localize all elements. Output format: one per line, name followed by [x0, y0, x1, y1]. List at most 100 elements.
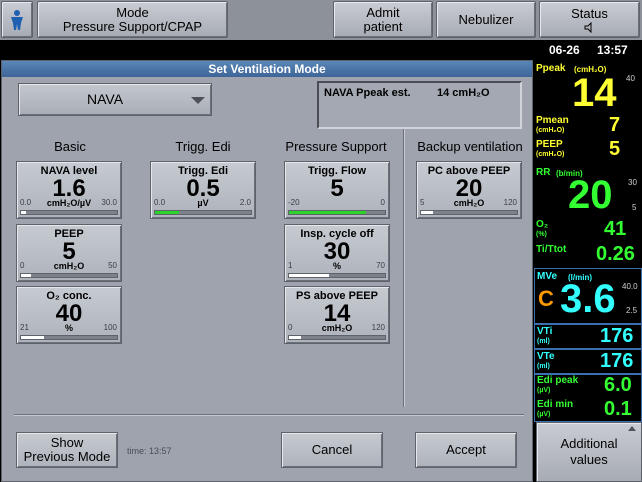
- col-backup-ventilation: Backup ventilation: [417, 139, 523, 154]
- person-icon: [11, 9, 23, 30]
- admit-patient-button[interactable]: Admit patient: [333, 1, 433, 38]
- nebulizer-button[interactable]: Nebulizer: [436, 1, 536, 38]
- status-button[interactable]: Status: [539, 1, 640, 38]
- ppeak-value: 14: [572, 71, 617, 115]
- pmean-label: Pmean: [536, 115, 569, 126]
- param-range-fill: [21, 336, 45, 339]
- vte-value: 176: [600, 350, 634, 372]
- insp-cycle-off-button[interactable]: Insp. cycle off 30% 1 70: [284, 224, 390, 282]
- o2-value: 41: [604, 218, 627, 240]
- additional-values-button[interactable]: Additional values: [536, 422, 642, 482]
- peep-button[interactable]: PEEP 5 cmH₂O 0 50: [16, 224, 122, 282]
- param-range-fill: [21, 211, 27, 214]
- pmean-value: 7: [609, 114, 621, 136]
- param-max: 100: [103, 323, 117, 332]
- param-min: 21: [20, 323, 29, 332]
- param-max: 120: [503, 198, 517, 207]
- edipeak-label: Edi peak: [537, 375, 579, 386]
- col-basic: Basic: [54, 139, 86, 154]
- nava-level-button[interactable]: NAVA level 1.6 cmH₂O/µV 0.0 30.0: [16, 161, 122, 219]
- datetime-bar: 06-26 13:57: [0, 40, 642, 60]
- footer-divider: [14, 414, 524, 415]
- trigg-edi-button[interactable]: Trigg. Edi 0.5 µV 0.0 2.0: [150, 161, 256, 219]
- titot-value: 0.26: [596, 243, 635, 265]
- param-max: 2.0: [239, 198, 251, 207]
- cancel-label: Cancel: [311, 442, 353, 457]
- param-range-fill: [21, 274, 31, 277]
- show-previous-mode-button[interactable]: Show Previous Mode: [16, 432, 118, 468]
- param-max: 70: [376, 261, 385, 270]
- trigg-flow-button[interactable]: Trigg. Flow 5 -20 0: [284, 161, 390, 219]
- accept-button[interactable]: Accept: [415, 432, 517, 468]
- param-min: -20: [288, 198, 300, 207]
- rr-tick-lo: 5: [632, 203, 637, 212]
- param-min: 0.0: [20, 198, 32, 207]
- param-range-bar: [154, 210, 252, 215]
- param-min: 5: [420, 198, 425, 207]
- edimin-label: Edi min: [537, 399, 574, 410]
- edimin-value: 0.1: [604, 398, 632, 420]
- param-range-bar: [420, 210, 518, 215]
- pc-above-peep-button[interactable]: PC above PEEP 20 cmH₂O 5 120: [416, 161, 522, 219]
- param-range-bar: [20, 335, 118, 340]
- mode-button[interactable]: Mode Pressure Support/CPAP: [37, 1, 228, 38]
- rr-tick-hi: 30: [628, 178, 637, 187]
- show-prev-line2: Previous Mode: [23, 449, 111, 464]
- param-min: 0: [20, 261, 25, 270]
- mode-select[interactable]: NAVA: [18, 83, 212, 116]
- show-prev-line1: Show: [50, 435, 84, 450]
- column-divider: [403, 129, 404, 407]
- edipeak-unit: (µV): [537, 387, 551, 394]
- vti-unit: (ml): [537, 338, 550, 345]
- time: 13:57: [597, 43, 628, 57]
- o2-label: O₂: [536, 219, 549, 230]
- edimin-unit: (µV): [537, 411, 551, 418]
- set-ventilation-mode-dialog: Set Ventilation Mode NAVA NAVA Ppeak est…: [1, 60, 533, 482]
- patient-category-button[interactable]: [1, 1, 33, 38]
- mode-value: Pressure Support/CPAP: [62, 18, 203, 34]
- cancel-button[interactable]: Cancel: [281, 432, 383, 468]
- vti-label: VTi: [537, 326, 553, 337]
- param-max: 50: [108, 261, 117, 270]
- param-range-bar: [20, 273, 118, 278]
- ppeak-tick: 40: [626, 74, 635, 83]
- mode-label: Mode: [116, 4, 149, 20]
- mve-tick-hi: 40.0: [622, 282, 638, 291]
- param-range-bar: [288, 273, 386, 278]
- previous-mode-time: time: 13:57: [127, 446, 172, 456]
- param-range-bar: [20, 210, 118, 215]
- o2-conc-button[interactable]: O₂ conc. 40% 21 100: [16, 286, 122, 344]
- speaker-muted-icon: [584, 21, 591, 33]
- param-max: 30.0: [101, 198, 117, 207]
- additional-line2: values: [570, 452, 608, 467]
- param-min: 0.0: [154, 198, 166, 207]
- admit-line1: Admit: [366, 4, 400, 20]
- titot-label: Ti/Ttot: [536, 244, 567, 255]
- chevron-down-icon: [191, 97, 205, 104]
- col-trigg-edi: Trigg. Edi: [175, 139, 231, 154]
- param-range-bar: [288, 210, 386, 215]
- param-range-fill: [155, 211, 179, 214]
- chevron-up-icon: [628, 426, 636, 431]
- param-unit: cmH₂O: [53, 261, 85, 271]
- param-range-fill: [289, 336, 301, 339]
- param-range-fill: [289, 211, 366, 214]
- param-max: 120: [371, 323, 385, 332]
- param-min: 0: [288, 323, 293, 332]
- rr-label: RR: [536, 167, 551, 178]
- mve-prefix: C: [538, 286, 554, 311]
- ps-above-peep-button[interactable]: PS above PEEP 14 cmH₂O 0 120: [284, 286, 390, 344]
- mve-label: MVe: [537, 271, 558, 282]
- ppeak-estimate-box: NAVA Ppeak est. 14 cmH₂O: [317, 81, 522, 129]
- measured-values-panel: Ppeak (cmH₂O) 40 14 Pmean (cmH₂O) 7 PEEP…: [534, 60, 642, 482]
- param-unit: %: [332, 261, 341, 271]
- mve-tick-lo: 2.5: [626, 306, 638, 315]
- pmean-unit: (cmH₂O): [536, 127, 565, 134]
- vte-label: VTe: [537, 351, 555, 362]
- peep-value: 5: [609, 138, 621, 160]
- nebulizer-label: Nebulizer: [458, 11, 514, 27]
- estimate-value: 14 cmH₂O: [437, 87, 490, 99]
- param-min: 1: [288, 261, 293, 270]
- param-range-bar: [288, 335, 386, 340]
- o2-unit: (%): [536, 231, 547, 238]
